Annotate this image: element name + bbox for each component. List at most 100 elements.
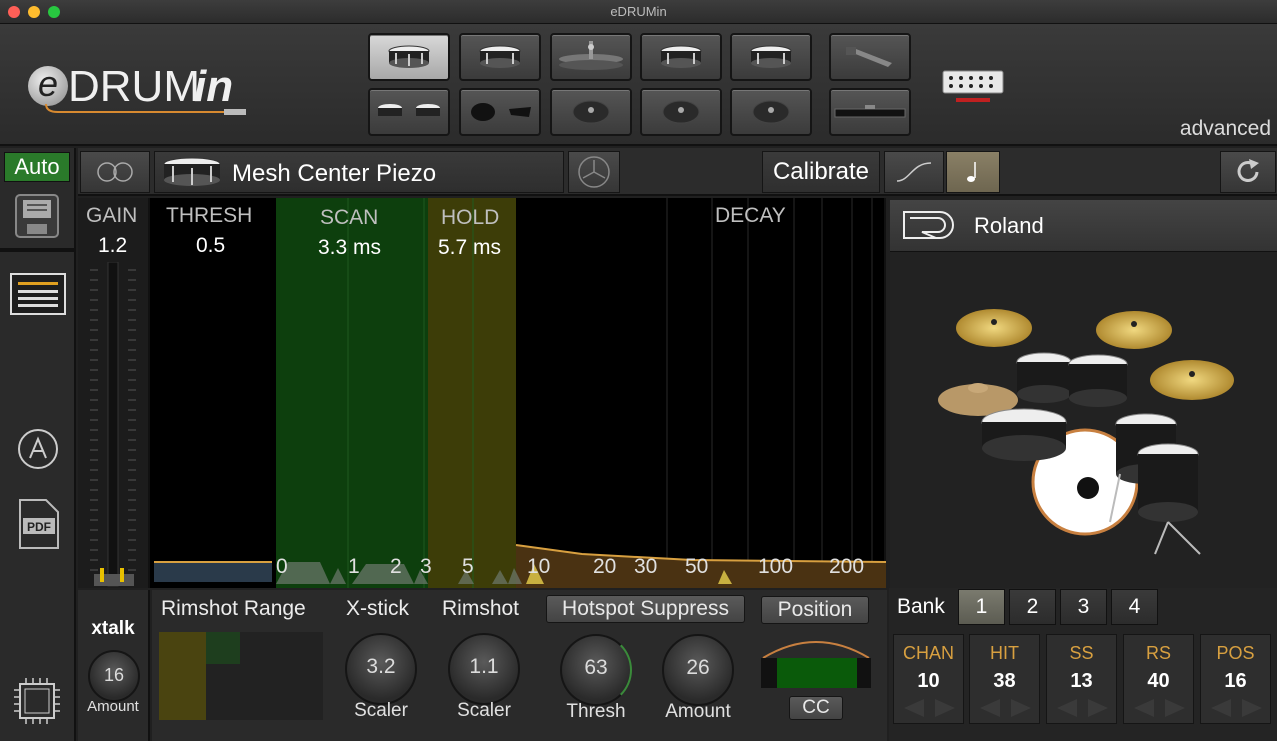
xtalk-caption: Amount: [87, 698, 139, 715]
amount-knob[interactable]: 26: [662, 634, 734, 706]
xtalk-panel: xtalk 16 Amount: [78, 590, 150, 741]
xstick-label: X-stick: [346, 597, 409, 620]
pad-name: Mesh Center Piezo: [232, 160, 437, 187]
rimshot-range-graph[interactable]: [159, 632, 323, 720]
xtalk-knob[interactable]: 16: [88, 650, 140, 702]
kit-brand: Roland: [974, 213, 1044, 238]
connector-icon[interactable]: [942, 70, 1004, 104]
bank-button-2[interactable]: 2: [1009, 589, 1056, 625]
mode-label[interactable]: advanced: [1180, 117, 1271, 141]
yamaha-icon: [578, 156, 610, 188]
pad-button-cymbal-3[interactable]: [730, 88, 812, 136]
param-hit[interactable]: HIT 38: [969, 634, 1040, 724]
bank-button-1[interactable]: 1: [958, 589, 1005, 625]
hold-value[interactable]: 5.7 ms: [438, 236, 501, 260]
tom-icon: [479, 45, 521, 68]
gain-slider[interactable]: [84, 262, 144, 590]
refresh-button[interactable]: [1220, 151, 1276, 193]
amount-caption: Amount: [665, 701, 731, 722]
pdf-icon[interactable]: PDF: [18, 498, 60, 550]
tick-label: 30: [634, 555, 658, 578]
tick-label: 200: [829, 555, 865, 578]
param-label: SS: [1069, 643, 1094, 663]
tom-icon: [660, 45, 702, 68]
pad-button-hihat[interactable]: [550, 33, 632, 81]
param-pos[interactable]: POS 16: [1200, 634, 1271, 724]
decay-label: DECAY: [715, 204, 786, 227]
sidebar: Auto PDF: [0, 148, 76, 741]
pad-button-tom-2[interactable]: [640, 33, 722, 81]
param-arrows[interactable]: [1207, 697, 1266, 719]
curve-button[interactable]: [884, 151, 944, 193]
cc-button[interactable]: CC: [789, 696, 843, 720]
param-label: POS: [1216, 643, 1255, 663]
pad-button-double-tom[interactable]: [368, 88, 450, 136]
logo-cable: [45, 103, 246, 115]
pad-button-tom-1[interactable]: [459, 33, 541, 81]
xstick-caption: Scaler: [354, 700, 408, 721]
rimshot-knob[interactable]: 1.1: [448, 633, 520, 705]
pad-button-snare[interactable]: [368, 33, 450, 81]
pad-settings-panel: Rimshot Range X-stick 3.2 Scaler Rimshot…: [152, 590, 887, 741]
auto-button[interactable]: Auto: [4, 152, 70, 182]
pad-button-cymbal-2[interactable]: [640, 88, 722, 136]
cymbal-icon: [752, 100, 790, 124]
pad-button-rail[interactable]: [829, 88, 911, 136]
thresh-knob-value: 63: [584, 656, 608, 679]
scan-value[interactable]: 3.3 ms: [318, 236, 381, 260]
pad-button-cymbal-1[interactable]: [550, 88, 632, 136]
yamaha-button[interactable]: [568, 151, 620, 193]
position-button[interactable]: Position: [761, 596, 869, 624]
save-icon[interactable]: [15, 194, 59, 238]
pad-button-trigger-pads[interactable]: [459, 88, 541, 136]
bank-button-4[interactable]: 4: [1111, 589, 1158, 625]
gain-label: GAIN: [86, 204, 138, 227]
link-button[interactable]: [80, 151, 150, 193]
graph-gridlines: [154, 198, 886, 588]
bank-button-3[interactable]: 3: [1060, 589, 1107, 625]
param-ss[interactable]: SS 13: [1046, 634, 1117, 724]
list-icon[interactable]: [10, 273, 66, 315]
hotspot-suppress-button[interactable]: Hotspot Suppress: [546, 595, 745, 623]
title-bar: eDRUMin: [0, 0, 1277, 24]
note-button[interactable]: [946, 151, 1000, 193]
xstick-knob[interactable]: 3.2: [345, 633, 417, 705]
refresh-icon: [1237, 159, 1259, 182]
param-chan[interactable]: CHAN 10: [893, 634, 964, 724]
tom-icon: [378, 104, 440, 116]
sidebar-divider: [0, 248, 76, 252]
a-circle-icon[interactable]: [17, 428, 59, 470]
kit-header[interactable]: Roland: [890, 200, 1277, 252]
pad-button-pedal[interactable]: [829, 33, 911, 81]
snare-icon: [163, 157, 221, 186]
rimshot-value: 1.1: [469, 655, 499, 678]
param-arrows[interactable]: [976, 697, 1035, 719]
pad-button-tom-3[interactable]: [730, 33, 812, 81]
param-rs[interactable]: RS 40: [1123, 634, 1194, 724]
calibrate-button[interactable]: Calibrate: [762, 151, 880, 193]
param-value: 16: [1224, 670, 1247, 692]
trigger-pad-icon: [471, 103, 531, 121]
tick-label: 10: [527, 555, 551, 578]
tick-label: 50: [685, 555, 709, 578]
param-arrows[interactable]: [1130, 697, 1189, 719]
bank-label: Bank: [897, 595, 945, 618]
hold-label: HOLD: [441, 206, 500, 229]
xtalk-label: xtalk: [91, 618, 135, 639]
curve-icon: [896, 162, 932, 182]
rimshot-label: Rimshot: [442, 597, 520, 620]
pad-selector[interactable]: Mesh Center Piezo: [154, 151, 564, 193]
edrumin-logo: e DRUM in: [24, 62, 254, 132]
thresh-knob[interactable]: 63: [560, 634, 632, 706]
position-meter[interactable]: [759, 634, 873, 694]
header: e DRUM in advanced: [0, 24, 1277, 146]
pad-toolbar: Mesh Center Piezo Calibrate: [78, 148, 1277, 196]
thresh-value[interactable]: 0.5: [196, 234, 225, 258]
snare-icon: [388, 45, 430, 68]
param-arrows[interactable]: [1053, 697, 1112, 719]
edrumin-app: eDRUMin e DRUM in advanced Auto PDF Mesh…: [0, 0, 1277, 741]
tom-icon: [750, 45, 792, 68]
trigger-graph: GAIN 1.2 THRESH 0.5 SCAN 3.3 ms HOLD 5.7…: [78, 198, 886, 588]
param-arrows[interactable]: [900, 697, 959, 719]
chip-icon[interactable]: [14, 678, 60, 724]
